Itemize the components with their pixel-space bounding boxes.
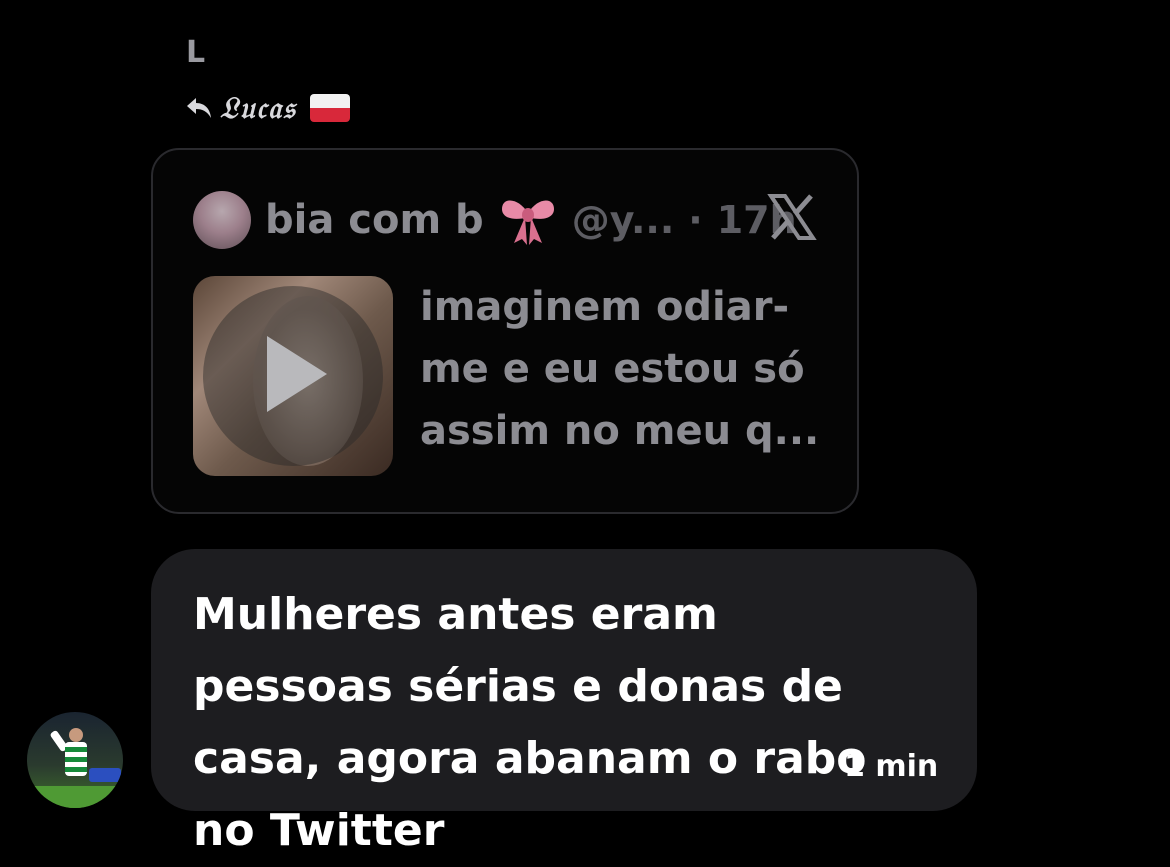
reply-reference[interactable]: 𝔏𝔲𝔠𝔞𝔰 [186,88,351,128]
x-logo-icon [767,192,817,242]
tweet-author-handle: @y... [571,198,675,242]
tweet-author-name: bia com b [265,197,484,243]
reply-to-name: 𝔏𝔲𝔠𝔞𝔰 [220,90,297,126]
tweet-author-avatar [193,191,251,249]
message-bubble[interactable]: Mulheres antes eram pessoas sérias e don… [151,549,977,856]
tweet-separator: · [688,198,703,242]
sender-avatar[interactable] [27,712,123,808]
poland-flag-icon [310,94,351,122]
reply-arrow-icon [186,96,212,120]
shared-tweet-card[interactable]: bia com b @y... · 17h imaginem odiar-me … [151,148,859,514]
message-timestamp: 1 min [844,749,939,784]
tweet-text: imaginem odiar-me e eu estou só assim no… [420,284,820,454]
tweet-header: bia com b @y... · 17h [193,188,797,252]
play-icon [263,334,329,414]
message-text: Mulheres antes eram pessoas sérias e don… [193,589,867,856]
video-thumbnail[interactable] [193,276,393,476]
bow-emoji-icon [498,193,558,247]
sender-name-label: L [186,35,206,70]
